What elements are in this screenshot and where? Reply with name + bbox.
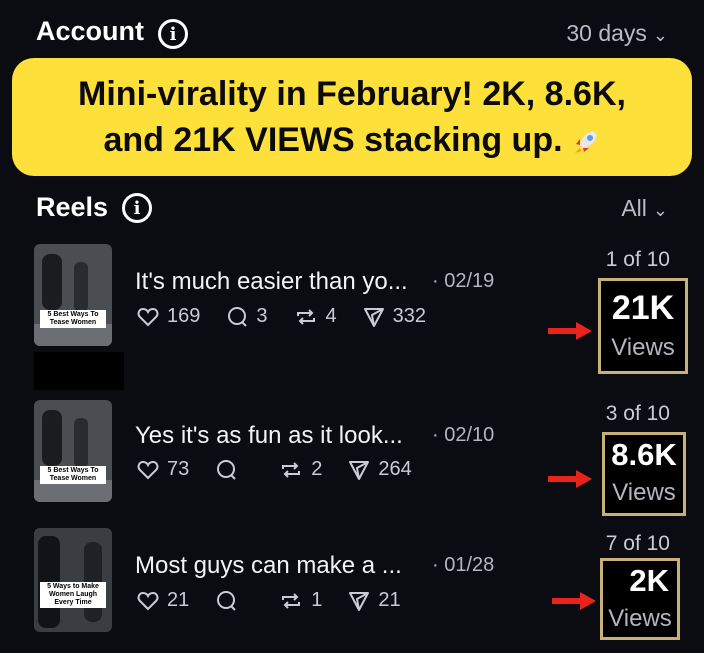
date-range-dropdown[interactable]: 30 days ⌄: [566, 20, 668, 47]
reel-stats: 169 3 4 332: [137, 305, 452, 328]
reel-rank: 1 of 10: [605, 248, 670, 271]
account-title: Account: [36, 16, 144, 46]
reels-info-icon[interactable]: i: [122, 193, 152, 223]
reel-stats: 73 2 264: [137, 458, 438, 481]
reposts-stat: 1: [279, 589, 322, 612]
reel-thumbnail[interactable]: 5 Best Ways To Tease Women: [34, 244, 112, 346]
reel-thumbnail[interactable]: 5 Best Ways To Tease Women: [34, 400, 112, 502]
send-icon: [349, 460, 370, 480]
reposts-count: 2: [311, 458, 323, 480]
views-label: Views: [608, 605, 672, 632]
thumb-caption: 5 Ways to Make Women Laugh Every Time: [40, 582, 106, 608]
reel-row-2[interactable]: 5 Best Ways To Tease Women Yes it's as f…: [0, 398, 704, 518]
reel-title: Yes it's as fun as it look...: [135, 422, 403, 449]
send-icon: [349, 591, 370, 611]
reposts-count: 4: [325, 305, 337, 327]
info-icon[interactable]: i: [158, 19, 188, 49]
person-figure: [74, 262, 88, 312]
comments-stat: 3: [226, 305, 268, 328]
likes-count: 73: [167, 458, 190, 480]
reels-title: Reels: [36, 192, 109, 222]
reel-date: · 02/10: [432, 424, 495, 446]
comments-stat: [215, 459, 245, 481]
red-arrow-icon: [548, 322, 592, 340]
reel-rank: 7 of 10: [605, 532, 670, 555]
views-highlight-box: 8.6K Views: [602, 432, 686, 516]
chevron-down-icon: ⌄: [652, 25, 668, 45]
views-label: Views: [611, 334, 675, 361]
reposts-count: 1: [311, 589, 323, 611]
repost-icon: [296, 308, 315, 325]
reels-filter-label: All: [621, 195, 647, 221]
banner-line-2-wrap: and 21K VIEWS stacking up.: [103, 117, 600, 163]
repost-icon: [282, 461, 301, 478]
person-figure: [42, 410, 62, 466]
reel-date: · 02/19: [432, 270, 495, 292]
person-figure: [74, 418, 88, 468]
shares-stat: 332: [363, 305, 426, 328]
views-count: 2K: [629, 563, 669, 598]
comments-count: 3: [256, 305, 268, 327]
views-highlight-box: 21K Views: [598, 278, 688, 374]
thumb-caption: 5 Best Ways To Tease Women: [40, 466, 106, 484]
banner-line-2: and 21K VIEWS stacking up.: [103, 121, 563, 159]
caption-banner: Mini-virality in February! 2K, 8.6K, and…: [12, 58, 692, 176]
likes-stat: 21: [137, 589, 189, 612]
comment-icon: [228, 306, 248, 327]
chevron-down-icon: ⌄: [652, 200, 668, 220]
shares-count: 21: [378, 589, 401, 611]
red-arrow-icon: [552, 592, 596, 610]
reel-row-3[interactable]: 5 Ways to Make Women Laugh Every Time Mo…: [0, 528, 704, 648]
comment-icon: [217, 590, 236, 611]
shares-stat: 21: [348, 589, 401, 612]
likes-count: 169: [167, 305, 201, 327]
shares-stat: 264: [348, 458, 412, 481]
likes-stat: 73: [137, 458, 189, 481]
reel-stats: 21 1 21: [137, 589, 427, 612]
reel-date: · 01/28: [432, 554, 495, 576]
banner-line-1: Mini-virality in February! 2K, 8.6K,: [78, 75, 626, 113]
heart-icon: [137, 591, 159, 610]
heart-icon: [137, 307, 159, 326]
date-range-label: 30 days: [566, 20, 647, 46]
reposts-stat: 4: [294, 305, 337, 328]
red-arrow-icon: [548, 470, 592, 488]
shares-count: 264: [378, 458, 412, 480]
thumb-caption: 5 Best Ways To Tease Women: [40, 310, 106, 328]
comments-stat: [215, 590, 245, 612]
shares-count: 332: [392, 305, 426, 327]
reel-rank: 3 of 10: [605, 402, 670, 425]
person-figure: [42, 254, 62, 310]
send-icon: [363, 307, 384, 327]
reel-title: Most guys can make a ...: [135, 552, 402, 579]
views-count: 21K: [611, 289, 675, 327]
heart-icon: [137, 460, 159, 479]
comment-icon: [217, 459, 236, 480]
likes-stat: 169: [137, 305, 200, 328]
reel-row-1[interactable]: 5 Best Ways To Tease Women It's much eas…: [0, 244, 704, 374]
repost-icon: [282, 592, 301, 609]
likes-count: 21: [167, 589, 190, 611]
views-label: Views: [612, 479, 676, 506]
reposts-stat: 2: [279, 458, 322, 481]
reel-thumbnail[interactable]: 5 Ways to Make Women Laugh Every Time: [34, 528, 112, 632]
rocket-icon: [574, 131, 597, 154]
reels-filter-dropdown[interactable]: All ⌄: [621, 195, 668, 222]
views-count: 8.6K: [611, 437, 677, 472]
views-highlight-box: 2K Views: [600, 558, 680, 640]
reel-title: It's much easier than yo...: [135, 268, 408, 295]
